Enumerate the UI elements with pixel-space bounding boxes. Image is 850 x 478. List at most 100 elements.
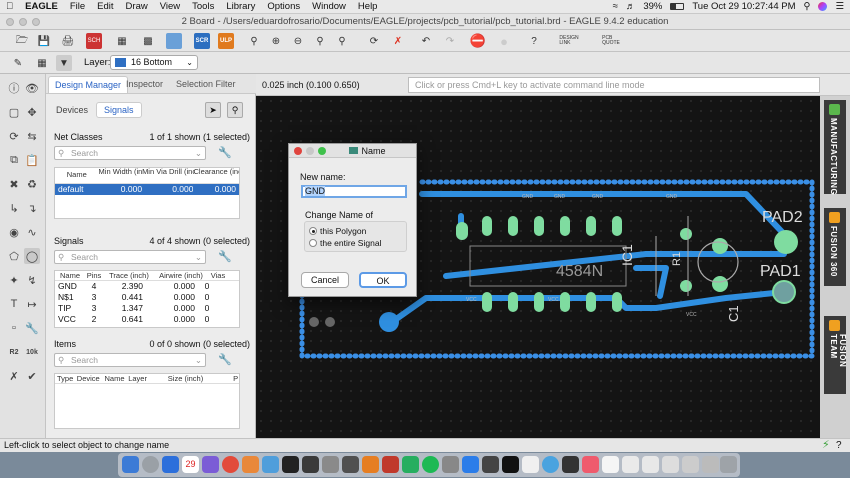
siri-icon[interactable] (202, 456, 219, 473)
go-icon[interactable]: ● (496, 33, 512, 49)
radio-button[interactable] (309, 227, 317, 235)
wrench-icon[interactable]: 🔧 (218, 353, 232, 366)
drc-icon[interactable]: ✔ (24, 368, 40, 384)
column-header[interactable]: Device (77, 374, 105, 383)
via-icon[interactable]: ◉ (6, 224, 22, 240)
name-icon[interactable]: R2 (6, 344, 22, 360)
zoom-icon[interactable]: ⚲ (227, 102, 243, 118)
music-icon[interactable] (582, 456, 599, 473)
app-icon[interactable] (322, 456, 339, 473)
subtab-devices[interactable]: Devices (56, 105, 88, 115)
column-header[interactable]: Pins (85, 271, 103, 280)
column-header[interactable]: Min Width (inch) (99, 168, 143, 183)
hole-icon[interactable]: ◯ (24, 248, 40, 264)
ratsnest-icon[interactable]: ✗ (6, 368, 22, 384)
tab-design-manager[interactable]: Design Manager (48, 76, 129, 93)
trash-icon[interactable] (720, 456, 737, 473)
chrome-icon[interactable] (222, 456, 239, 473)
grid-icon[interactable]: ▦ (34, 55, 50, 71)
app-icon[interactable] (282, 456, 299, 473)
column-header[interactable]: Name (55, 168, 99, 183)
ulp-button[interactable]: ULP (218, 33, 234, 49)
column-header[interactable]: Size (inch) (168, 374, 233, 383)
menu-window[interactable]: Window (306, 1, 352, 12)
downloads-icon[interactable] (702, 456, 719, 473)
mail-icon[interactable] (262, 456, 279, 473)
delete-icon[interactable]: ✖ (6, 176, 22, 192)
live-icon[interactable] (342, 456, 359, 473)
net-classes-search[interactable]: ⚲ Search ⌄ (54, 146, 206, 160)
zoom-select-icon[interactable]: ⚲ (312, 33, 328, 49)
menu-tools[interactable]: Tools (186, 1, 220, 12)
safari-icon[interactable] (162, 456, 179, 473)
document-icon[interactable] (622, 456, 639, 473)
table-row[interactable]: N$1 3 0.441 0.000 0 (55, 292, 239, 303)
tab-fusion-team[interactable]: FUSION TEAM (824, 316, 847, 394)
select-cursor-icon[interactable]: ➤ (205, 102, 221, 118)
zoom-fit-icon[interactable]: ⚲ (246, 33, 262, 49)
redraw-icon[interactable]: ⟳ (366, 33, 382, 49)
subtab-signals[interactable]: Signals (96, 102, 142, 118)
menu-help[interactable]: Help (352, 1, 384, 12)
siri-icon[interactable] (818, 2, 828, 11)
cancel-button[interactable]: Cancel (301, 272, 349, 288)
menu-options[interactable]: Options (261, 1, 306, 12)
column-header[interactable]: P (233, 374, 239, 383)
command-line[interactable]: Click or press Cmd+L key to activate com… (408, 77, 820, 93)
zoom-window-button[interactable] (32, 18, 40, 26)
app-icon[interactable] (382, 456, 399, 473)
close-window-button[interactable] (6, 18, 14, 26)
design-link-button[interactable]: DESIGN LINK (554, 33, 584, 49)
select-icon[interactable]: ▢ (6, 104, 22, 120)
wrench-icon[interactable]: 🔧 (218, 250, 232, 263)
tab-inspector[interactable]: Inspector (120, 76, 169, 93)
help-icon[interactable]: ? (526, 33, 542, 49)
filter-icon[interactable]: ▼ (56, 55, 72, 71)
table-row[interactable]: default 0.000 0.000 0.000 (55, 184, 239, 195)
column-header[interactable]: Trace (inch) (103, 271, 155, 280)
app-store-icon[interactable] (462, 456, 479, 473)
zoom-area-icon[interactable]: ⚲ (334, 33, 350, 49)
layer-stack-icon[interactable] (166, 33, 182, 49)
app-icon[interactable] (542, 456, 559, 473)
dialog-minimize-button[interactable] (306, 147, 314, 155)
column-header[interactable]: Name (55, 271, 85, 280)
cam-icon[interactable]: SCH (86, 33, 102, 49)
lightning-icon[interactable]: ⚡ (822, 439, 830, 452)
new-name-input[interactable]: GND (301, 185, 407, 198)
rotate-icon[interactable]: ⟳ (6, 128, 22, 144)
split-icon[interactable]: ✦ (6, 272, 22, 288)
eagle-icon[interactable] (362, 456, 379, 473)
signals-search[interactable]: ⚲ Search ⌄ (54, 250, 206, 264)
table-row[interactable]: TIP 3 1.347 0.000 0 (55, 303, 239, 314)
items-search[interactable]: ⚲ Search ⌄ (54, 353, 206, 367)
wrench-icon[interactable]: 🔧 (218, 146, 232, 159)
battery-icon[interactable] (670, 3, 685, 10)
finder-icon[interactable] (122, 456, 139, 473)
zoom-in-icon[interactable]: ⊕ (268, 33, 284, 49)
column-header[interactable]: Airwire (inch) (155, 271, 207, 280)
column-header[interactable]: Vias (207, 271, 229, 280)
change-icon[interactable]: 🔧 (24, 320, 40, 336)
paste-icon[interactable]: 📋 (24, 152, 40, 168)
radio-entire-signal[interactable]: the entire Signal (309, 238, 381, 248)
text-icon[interactable]: T (6, 296, 22, 312)
table-row[interactable]: GND 4 2.390 0.000 0 (55, 281, 239, 292)
menu-app[interactable]: EAGLE (19, 1, 64, 12)
stop-icon[interactable]: ⛔ (470, 33, 486, 49)
mirror-icon[interactable]: ⇆ (24, 128, 40, 144)
info-icon[interactable]: ⓘ (6, 80, 22, 96)
save-icon[interactable]: 💾 (36, 33, 52, 49)
copy-icon[interactable]: ⧉ (6, 152, 22, 168)
dimension-icon[interactable]: ↦ (24, 296, 40, 312)
document-icon[interactable] (602, 456, 619, 473)
value-icon[interactable]: 10k (24, 344, 40, 360)
library-icon[interactable]: ▩ (140, 33, 156, 49)
volume-icon[interactable]: ♬ (626, 1, 636, 12)
table-row[interactable]: VCC 2 0.641 0.000 0 (55, 314, 239, 325)
menu-file[interactable]: File (64, 1, 91, 12)
polygon-icon[interactable]: ⬠ (6, 248, 22, 264)
search-icon[interactable]: ⚲ (804, 1, 811, 12)
menu-edit[interactable]: Edit (91, 1, 119, 12)
ratsnest-icon[interactable]: ✗ (390, 33, 406, 49)
